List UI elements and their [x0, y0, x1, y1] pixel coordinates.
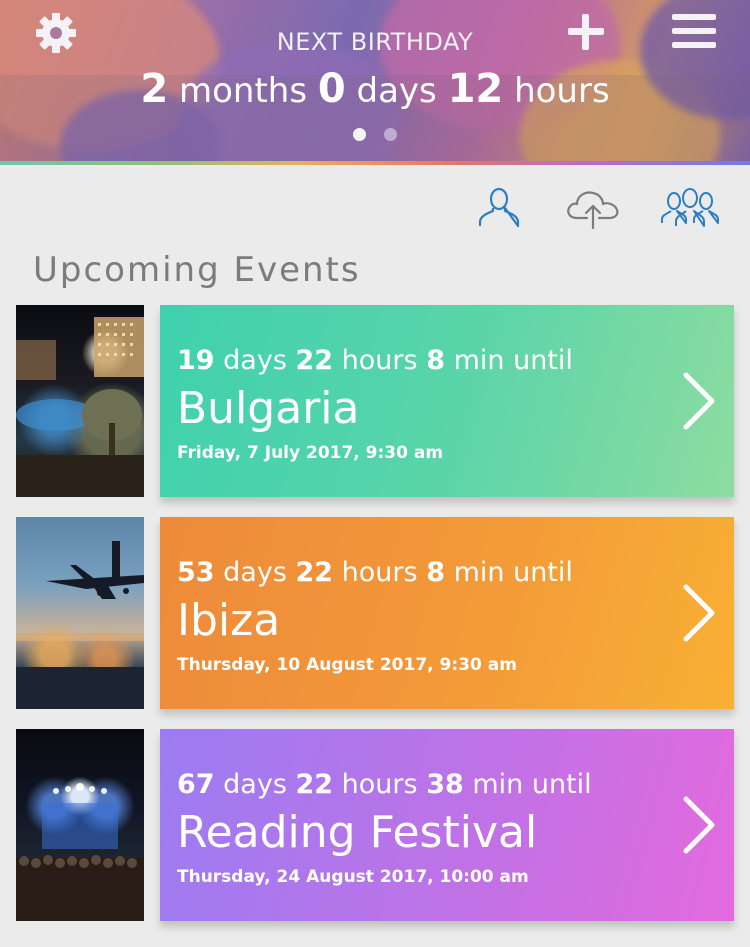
- birthday-countdown: 2 months 0 days 12 hours: [0, 66, 750, 112]
- section-title: Upcoming Events: [33, 250, 361, 290]
- chevron-right-icon[interactable]: [682, 795, 716, 855]
- countdown-hours-value: 22: [295, 345, 334, 376]
- event-title: Reading Festival: [177, 807, 538, 858]
- event-countdown: 53 days 22 hours 8 min until: [177, 557, 573, 588]
- countdown-months-value: 2: [140, 66, 169, 112]
- countdown-min-value: 8: [426, 557, 445, 588]
- event-countdown: 19 days 22 hours 8 min until: [177, 345, 573, 376]
- page-dot[interactable]: [384, 128, 397, 141]
- countdown-months-unit: months: [178, 71, 308, 111]
- event-title: Bulgaria: [177, 383, 360, 434]
- event-date: Friday, 7 July 2017, 9:30 am: [177, 443, 444, 463]
- countdown-min-value: 38: [426, 769, 464, 800]
- countdown-days-unit: days: [223, 557, 287, 588]
- page-dot-active[interactable]: [353, 128, 366, 141]
- event-row[interactable]: 67 days 22 hours 38 min until Reading Fe…: [16, 729, 734, 921]
- next-birthday-header[interactable]: NEXT BIRTHDAY 2 months 0 days 12 hours: [0, 0, 750, 165]
- group-icon[interactable]: [659, 186, 721, 230]
- countdown-hours-value: 12: [447, 66, 504, 112]
- next-birthday-label: NEXT BIRTHDAY: [276, 28, 474, 56]
- countdown-days-value: 67: [177, 769, 215, 800]
- countdown-min-unit: min until: [453, 557, 573, 588]
- countdown-hours-unit: hours: [514, 71, 610, 111]
- chevron-right-icon[interactable]: [682, 583, 716, 643]
- header-rainbow-divider: [0, 161, 750, 165]
- person-icon[interactable]: [476, 186, 522, 230]
- event-thumbnail: [16, 729, 144, 921]
- countdown-days-value: 19: [177, 345, 215, 376]
- chevron-right-icon[interactable]: [682, 371, 716, 431]
- event-title: Ibiza: [177, 595, 281, 646]
- countdown-days-value: 0: [317, 66, 346, 112]
- countdown-min-unit: min until: [472, 769, 592, 800]
- countdown-hours-unit: hours: [341, 557, 418, 588]
- countdown-min-value: 8: [426, 345, 445, 376]
- event-row[interactable]: 19 days 22 hours 8 min until Bulgaria Fr…: [16, 305, 734, 497]
- event-card[interactable]: 53 days 22 hours 8 min until Ibiza Thurs…: [160, 517, 734, 709]
- event-date: Thursday, 10 August 2017, 9:30 am: [177, 655, 517, 675]
- countdown-hours-unit: hours: [341, 769, 418, 800]
- event-thumbnail: [16, 517, 144, 709]
- page-indicator: [0, 128, 750, 141]
- event-card[interactable]: 19 days 22 hours 8 min until Bulgaria Fr…: [160, 305, 734, 497]
- countdown-hours-unit: hours: [341, 345, 418, 376]
- event-countdown: 67 days 22 hours 38 min until: [177, 769, 592, 800]
- event-thumbnail: [16, 305, 144, 497]
- countdown-days-unit: days: [356, 71, 437, 111]
- event-card[interactable]: 67 days 22 hours 38 min until Reading Fe…: [160, 729, 734, 921]
- countdown-days-unit: days: [223, 769, 287, 800]
- countdown-hours-value: 22: [295, 769, 334, 800]
- cloud-upload-icon[interactable]: [563, 186, 623, 230]
- event-row[interactable]: 53 days 22 hours 8 min until Ibiza Thurs…: [16, 517, 734, 709]
- countdown-min-unit: min until: [453, 345, 573, 376]
- event-date: Thursday, 24 August 2017, 10:00 am: [177, 867, 529, 887]
- countdown-days-unit: days: [223, 345, 287, 376]
- countdown-hours-value: 22: [295, 557, 334, 588]
- countdown-days-value: 53: [177, 557, 215, 588]
